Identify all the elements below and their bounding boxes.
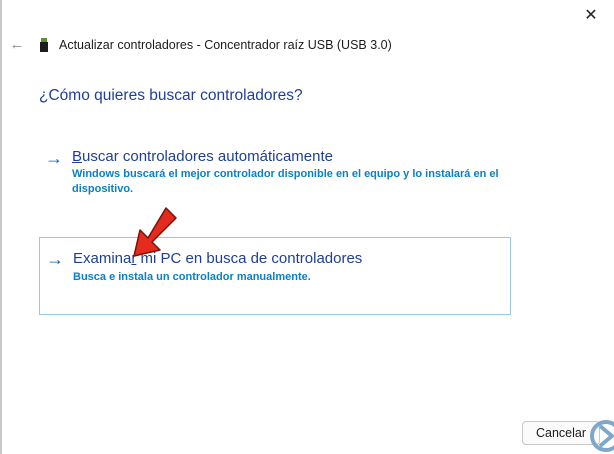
watermark-logo-icon: [590, 420, 614, 452]
search-automatically-option[interactable]: → Buscar controladores automáticamente W…: [39, 143, 511, 201]
usb-device-icon: [40, 38, 48, 52]
close-icon: ✕: [584, 7, 598, 24]
option-description: Windows buscará el mejor controlador dis…: [72, 168, 499, 195]
option-title-start: Examina: [73, 250, 132, 267]
back-arrow-icon[interactable]: ←: [8, 36, 26, 54]
close-button[interactable]: ✕: [568, 0, 614, 30]
access-key: B: [72, 148, 83, 165]
browse-my-pc-option[interactable]: → Examinar mi PC en busca de controlador…: [39, 237, 511, 315]
option-title: Buscar controladores automáticamente: [72, 148, 333, 165]
option-title: Examinar mi PC en busca de controladores: [73, 250, 362, 267]
window-title: Actualizar controladores - Concentrador …: [59, 38, 392, 52]
option-title-rest: uscar controladores automáticamente: [82, 148, 333, 165]
arrow-right-icon: →: [46, 249, 64, 269]
red-arrow-pointer-icon: [133, 207, 177, 257]
arrow-right-icon: →: [45, 148, 63, 168]
title-bar: ← Actualizar controladores - Concentrado…: [0, 30, 614, 64]
left-edge: [0, 0, 2, 454]
option-description: Busca e instala un controlador manualmen…: [73, 271, 311, 283]
page-question: ¿Cómo quieres buscar controladores?: [39, 87, 303, 104]
